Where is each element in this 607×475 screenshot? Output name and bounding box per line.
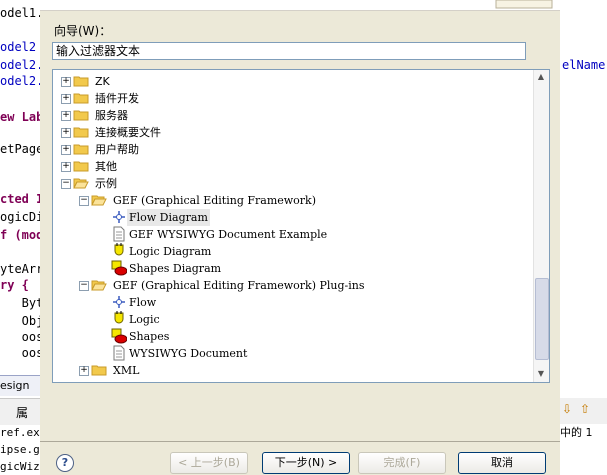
back-button[interactable]: < 上一步(B) xyxy=(170,452,248,474)
tree-item-label: GEF (Graphical Editing Framework) Plug-i… xyxy=(113,279,365,292)
logic-icon xyxy=(114,243,124,256)
tree-item-label: 连接概要文件 xyxy=(95,126,161,139)
finish-button[interactable]: 完成(F) xyxy=(358,452,446,474)
code-line: f (mod xyxy=(0,228,44,242)
tree-expander-icon[interactable]: + xyxy=(61,128,71,138)
document-icon xyxy=(113,345,125,361)
tree-item-label: 示例 xyxy=(95,177,117,190)
code-line: Byt xyxy=(0,296,44,310)
code-line: odel1. xyxy=(0,6,44,20)
wizard-tree: + ZK + 插件开发 + 服务器 + 连接概要文件 + 用户帮助 + 其他 − 示例 − GEF (Grap… xyxy=(52,69,550,383)
dialog-header xyxy=(40,0,560,11)
tree-expander-icon[interactable]: − xyxy=(61,179,71,189)
background-list-item: ipse.g xyxy=(0,443,40,456)
folder-icon xyxy=(73,76,89,87)
toolbar-glyph: 属 xyxy=(16,406,29,420)
code-line: oos xyxy=(0,330,44,344)
code-line: odel2. xyxy=(0,58,44,72)
footer-separator xyxy=(40,441,560,442)
scroll-thumb[interactable] xyxy=(535,278,549,360)
tree-item-label: WYSIWYG Document xyxy=(129,347,248,360)
tree-expander-icon[interactable]: + xyxy=(61,145,71,155)
tree-expander-icon[interactable]: + xyxy=(61,94,71,104)
logic-icon xyxy=(114,311,124,324)
tree-item-label: GEF (Graphical Editing Framework) xyxy=(113,194,317,207)
tree-item-label: 其他 xyxy=(95,160,117,173)
design-tab-label: esign xyxy=(0,379,30,392)
right-toolbar: ⇩ ⇧ xyxy=(560,398,607,424)
code-line-right: elName xyxy=(562,58,606,72)
tree-expander-icon[interactable]: − xyxy=(79,196,89,206)
tree-expander-icon[interactable]: + xyxy=(61,162,71,172)
tree-item-label: 插件开发 xyxy=(95,92,139,105)
folder-icon xyxy=(73,127,89,138)
tree-expander-icon[interactable]: + xyxy=(61,77,71,87)
code-line: oos xyxy=(0,346,44,360)
code-line: odel2 xyxy=(0,40,37,54)
folder-icon xyxy=(73,110,89,121)
tree-expander-icon[interactable]: + xyxy=(79,366,89,376)
code-line: ry { xyxy=(0,278,29,292)
folder-icon xyxy=(91,365,107,376)
folder-open-icon xyxy=(91,195,107,206)
tree-item-label: ZK xyxy=(95,75,110,88)
wizard-label: 向导(W)： xyxy=(54,24,112,38)
document-icon xyxy=(113,226,125,242)
new-wizard-dialog: 向导(W)： +ZK+插件开发+服务器+连接概要文件+用户帮助+其他−示例−GE… xyxy=(40,0,560,475)
folder-open-icon xyxy=(91,280,107,291)
scroll-down-icon[interactable]: ▼ xyxy=(535,368,547,380)
help-icon[interactable]: ? xyxy=(56,454,74,472)
folder-open-icon xyxy=(73,178,89,189)
wizard-banner-icon xyxy=(495,0,553,9)
scroll-up-icon[interactable]: ▲ xyxy=(535,71,547,83)
tree-item-label: Flow Diagram xyxy=(127,209,210,226)
background-list-item: gicWiz xyxy=(0,460,40,473)
up-arrow-icon[interactable]: ⇧ xyxy=(580,402,590,416)
tree-item-label: Shapes xyxy=(129,330,170,343)
code-line: ogicDi xyxy=(0,210,44,224)
right-status-text: 中的 1 xyxy=(560,424,607,442)
tree-item-label: 服务器 xyxy=(95,109,128,122)
tree-item-label: XML xyxy=(113,364,140,377)
down-arrow-icon[interactable]: ⇩ xyxy=(562,402,572,416)
tree-item-label: GEF WYSIWYG Document Example xyxy=(129,228,328,241)
folder-icon xyxy=(73,144,89,155)
tree-item-label: Flow xyxy=(129,296,157,309)
shapes-icon xyxy=(111,328,127,344)
code-line: etPage xyxy=(0,142,44,156)
code-line: yteArr xyxy=(0,262,44,276)
shapes-icon xyxy=(111,260,127,276)
tree-item-label: Logic xyxy=(129,313,160,326)
cancel-button[interactable]: 取消 xyxy=(458,452,546,474)
flow-diagram-icon xyxy=(113,296,125,308)
design-tab[interactable]: esign xyxy=(0,375,41,396)
tree-scrollbar[interactable]: ▲ ▼ xyxy=(533,70,549,382)
folder-icon xyxy=(73,161,89,172)
code-line: ew Lab xyxy=(0,110,44,124)
flow-diagram-icon xyxy=(113,211,125,223)
tree-item-label: Shapes Diagram xyxy=(129,262,222,275)
next-button[interactable]: 下一步(N) > xyxy=(262,452,350,474)
code-line: Obj xyxy=(0,314,44,328)
tree-expander-icon[interactable]: + xyxy=(61,111,71,121)
tree-item-label: 用户帮助 xyxy=(95,143,139,156)
code-line: odel2. xyxy=(0,74,44,88)
code-line: cted I xyxy=(0,192,44,206)
filter-input[interactable] xyxy=(52,42,526,60)
folder-icon xyxy=(73,93,89,104)
tree-expander-icon[interactable]: − xyxy=(79,281,89,291)
tree-item-label: Logic Diagram xyxy=(129,245,212,258)
